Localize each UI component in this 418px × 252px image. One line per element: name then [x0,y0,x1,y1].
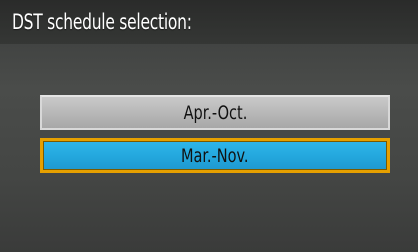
title-bar: DST schedule selection: [0,0,418,44]
option-label: Apr.-Oct. [183,101,247,124]
option-apr-oct-button[interactable]: Apr.-Oct. [40,95,390,130]
option-mar-nov-button[interactable]: Mar.-Nov. [40,138,390,173]
page-title: DST schedule selection: [12,10,192,34]
dst-schedule-screen: DST schedule selection: Apr.-Oct. Mar.-N… [0,0,418,252]
option-label: Mar.-Nov. [181,144,249,167]
